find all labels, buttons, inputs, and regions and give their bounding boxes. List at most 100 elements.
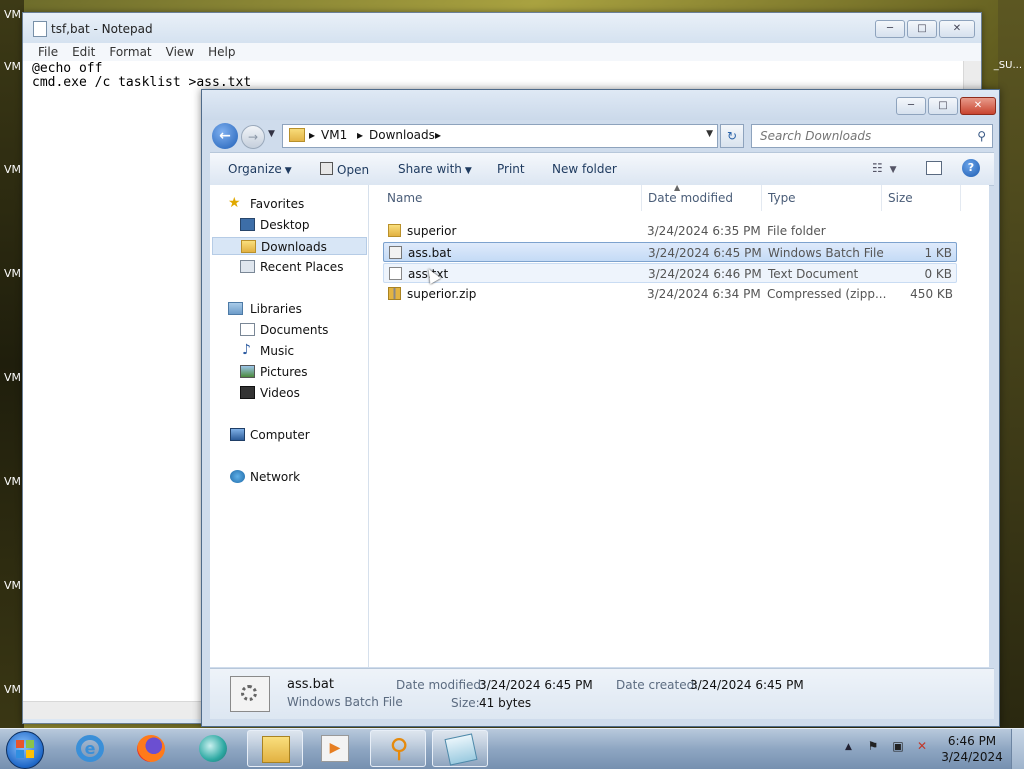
- nav-computer[interactable]: Computer: [210, 426, 368, 444]
- taskbar-internet-explorer[interactable]: e: [62, 730, 118, 767]
- recent-pages-dropdown[interactable]: ▼: [268, 129, 275, 139]
- menu-format[interactable]: Format: [102, 43, 158, 61]
- desktop-icon-label[interactable]: VM: [4, 683, 21, 696]
- maximize-button[interactable]: □: [907, 20, 937, 38]
- close-button[interactable]: ✕: [939, 20, 975, 38]
- zip-file-icon: [388, 287, 401, 300]
- address-bar-row: ← → ▼ ▸ VM1 ▸ Downloads ▸ ▼ ↻ ⚲: [210, 121, 993, 151]
- desktop-icon-label[interactable]: VM: [4, 163, 21, 176]
- search-input[interactable]: [758, 128, 962, 144]
- desktop-icon-label[interactable]: VM: [4, 475, 21, 488]
- menu-view[interactable]: View: [159, 43, 201, 61]
- desktop-icon-label[interactable]: VM: [4, 371, 21, 384]
- search-icon[interactable]: ⚲: [977, 129, 986, 143]
- column-header-size[interactable]: Size: [882, 185, 961, 211]
- network-icon[interactable]: ▣: [891, 739, 905, 753]
- close-button[interactable]: ✕: [960, 97, 996, 115]
- search-box[interactable]: ⚲: [751, 124, 993, 148]
- column-header-type[interactable]: Type: [762, 185, 882, 211]
- notepad-titlebar[interactable]: tsf,bat - Notepad ─ □ ✕: [23, 13, 981, 43]
- file-name: ass.bat: [408, 246, 452, 260]
- taskbar-media-player[interactable]: ▶: [307, 730, 363, 767]
- nav-music[interactable]: ♪ Music: [210, 342, 368, 360]
- share-with-button[interactable]: Share with ▼: [398, 162, 472, 176]
- preview-pane-button[interactable]: [926, 161, 942, 175]
- minimize-button[interactable]: ─: [896, 97, 926, 115]
- internet-explorer-icon: e: [76, 735, 104, 762]
- taskbar: e ▶ ⚲ ▲ ⚑ ▣ ✕ 6:46 PM 3/24/2024: [0, 728, 1024, 769]
- taskbar-messenger[interactable]: [185, 730, 241, 767]
- nav-label: Videos: [260, 386, 300, 400]
- system-clock[interactable]: 6:46 PM 3/24/2024: [940, 733, 1004, 765]
- nav-downloads[interactable]: Downloads: [212, 237, 367, 255]
- desktop-icon-label[interactable]: VM: [4, 579, 21, 592]
- details-size-label: Size:: [451, 696, 480, 710]
- taskbar-notepad[interactable]: [432, 730, 488, 767]
- column-header-date-modified[interactable]: Date modified: [642, 185, 762, 211]
- print-button[interactable]: Print: [497, 162, 525, 176]
- text-line: cmd.exe /c tasklist >ass.txt: [32, 75, 252, 90]
- file-size: 0 KB: [924, 267, 952, 281]
- organize-button[interactable]: Organize ▼: [228, 162, 292, 176]
- explorer-titlebar[interactable]: ─ □ ✕: [202, 90, 999, 120]
- breadcrumb-vm1[interactable]: VM1: [321, 128, 347, 142]
- address-dropdown[interactable]: ▼: [706, 129, 713, 139]
- maximize-button[interactable]: □: [928, 97, 958, 115]
- volume-muted-icon[interactable]: ✕: [915, 739, 929, 753]
- desktop-icon-label[interactable]: _SU...: [994, 60, 1022, 71]
- chevron-right-icon[interactable]: ▸: [357, 128, 363, 142]
- pictures-icon: [240, 365, 255, 378]
- file-row-ass-bat[interactable]: ass.bat 3/24/2024 6:45 PM Windows Batch …: [383, 242, 957, 262]
- help-button[interactable]: ?: [962, 159, 980, 177]
- action-center-flag-icon[interactable]: ⚑: [866, 739, 880, 753]
- nav-favorites[interactable]: ★ Favorites: [210, 195, 368, 213]
- start-button[interactable]: [6, 731, 44, 769]
- forward-button[interactable]: →: [241, 125, 265, 149]
- details-file-name: ass.bat: [287, 677, 334, 692]
- file-row-superior[interactable]: superior 3/24/2024 6:35 PM File folder: [383, 221, 957, 241]
- file-name: superior.zip: [407, 287, 477, 301]
- notepad-menubar: File Edit Format View Help: [23, 43, 981, 61]
- explorer-window[interactable]: ─ □ ✕ ← → ▼ ▸ VM1 ▸ Downloads ▸ ▼ ↻ ⚲ Or…: [201, 89, 1000, 727]
- open-button[interactable]: Open: [320, 162, 369, 177]
- windows-logo-icon: [16, 740, 34, 758]
- change-view-button[interactable]: ☷ ▼: [872, 161, 897, 175]
- refresh-button[interactable]: ↻: [720, 124, 744, 148]
- desktop-icon-label[interactable]: VM: [4, 8, 21, 21]
- show-hidden-icons-button[interactable]: ▲: [845, 742, 852, 752]
- file-row-ass-txt[interactable]: ass.txt 3/24/2024 6:46 PM Text Document …: [383, 263, 957, 283]
- desktop-icon-label[interactable]: VM: [4, 267, 21, 280]
- nav-pictures[interactable]: Pictures: [210, 363, 368, 381]
- nav-libraries[interactable]: Libraries: [210, 300, 368, 318]
- downloads-folder-icon: [241, 240, 256, 253]
- text-line: @echo off: [32, 61, 103, 76]
- details-file-type: Windows Batch File: [287, 695, 403, 709]
- show-desktop-button[interactable]: [1011, 729, 1024, 769]
- new-folder-button[interactable]: New folder: [552, 162, 617, 176]
- taskbar-windows-explorer[interactable]: [247, 730, 303, 767]
- chevron-right-icon[interactable]: ▸: [309, 128, 315, 142]
- address-bar[interactable]: ▸ VM1 ▸ Downloads ▸ ▼: [282, 124, 718, 148]
- nav-network[interactable]: Network: [210, 468, 368, 486]
- menu-edit[interactable]: Edit: [65, 43, 102, 61]
- desktop-icon-label[interactable]: VM: [4, 60, 21, 73]
- back-button[interactable]: ←: [212, 123, 238, 149]
- nav-recent-places[interactable]: Recent Places: [210, 258, 368, 276]
- menu-help[interactable]: Help: [201, 43, 242, 61]
- menu-file[interactable]: File: [31, 43, 65, 61]
- nav-videos[interactable]: Videos: [210, 384, 368, 402]
- details-date-modified-label: Date modified:: [396, 678, 486, 692]
- file-row-superior-zip[interactable]: superior.zip 3/24/2024 6:34 PM Compresse…: [383, 284, 957, 304]
- minimize-button[interactable]: ─: [875, 20, 905, 38]
- taskbar-firefox[interactable]: [123, 730, 179, 767]
- chevron-right-icon[interactable]: ▸: [435, 128, 441, 142]
- batch-file-icon: [230, 676, 270, 712]
- notepad-icon: [33, 21, 47, 37]
- column-header-name[interactable]: Name: [381, 185, 642, 211]
- nav-desktop[interactable]: Desktop: [210, 216, 368, 234]
- nav-label: Documents: [260, 323, 329, 337]
- breadcrumb-downloads[interactable]: Downloads: [369, 128, 435, 142]
- taskbar-search-app[interactable]: ⚲: [370, 730, 426, 767]
- file-date: 3/24/2024 6:34 PM: [647, 287, 761, 301]
- nav-documents[interactable]: Documents: [210, 321, 368, 339]
